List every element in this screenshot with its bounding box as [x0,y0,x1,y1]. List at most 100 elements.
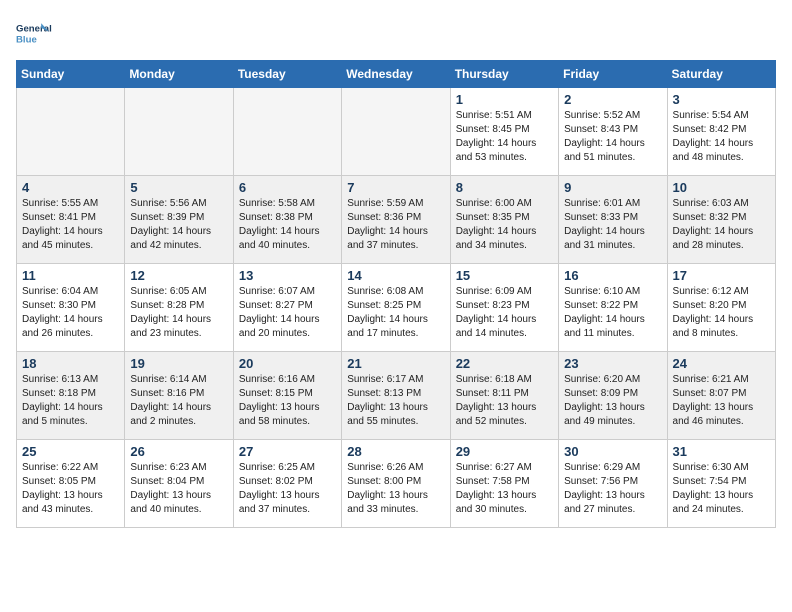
day-number: 18 [22,356,119,371]
calendar-cell: 26Sunrise: 6:23 AM Sunset: 8:04 PM Dayli… [125,440,233,528]
cell-sun-info: Sunrise: 6:25 AM Sunset: 8:02 PM Dayligh… [239,461,336,517]
svg-text:Blue: Blue [16,34,37,45]
calendar-cell: 10 Sunrise: 6:03 AM Sunset: 8:32 PM Dayli… [667,176,775,264]
calendar-cell: 21Sunrise: 6:17 AM Sunset: 8:13 PM Dayli… [342,352,450,440]
day-number: 19 [130,356,227,371]
cell-sun-info: Sunrise: 6:21 AM Sunset: 8:07 PM Dayligh… [673,373,770,429]
calendar-cell: 9 Sunrise: 6:01 AM Sunset: 8:33 PM Daylig… [559,176,667,264]
calendar-cell: 18 Sunrise: 6:13 AM Sunset: 8:18 PM Dayli… [17,352,125,440]
day-number: 29 [456,444,553,459]
calendar-week-row: 11 Sunrise: 6:04 AM Sunset: 8:30 PM Dayli… [17,264,776,352]
calendar-cell: 29 Sunrise: 6:27 AM Sunset: 7:58 PM Dayli… [450,440,558,528]
day-number: 14 [347,268,444,283]
calendar-cell [125,88,233,176]
calendar-cell: 30 Sunrise: 6:29 AM Sunset: 7:56 PM Dayli… [559,440,667,528]
cell-sun-info: Sunrise: 6:29 AM Sunset: 7:56 PM Dayligh… [564,461,661,517]
calendar-cell: 8Sunrise: 6:00 AM Sunset: 8:35 PM Daylig… [450,176,558,264]
calendar-cell: 22 Sunrise: 6:18 AM Sunset: 8:11 PM Dayli… [450,352,558,440]
day-number: 20 [239,356,336,371]
cell-sun-info: Sunrise: 6:12 AM Sunset: 8:20 PM Dayligh… [673,285,770,341]
cell-sun-info: Sunrise: 6:03 AM Sunset: 8:32 PM Dayligh… [673,197,770,253]
calendar-cell: 3 Sunrise: 5:54 AM Sunset: 8:42 PM Daylig… [667,88,775,176]
calendar-cell: 12Sunrise: 6:05 AM Sunset: 8:28 PM Dayli… [125,264,233,352]
calendar-week-row: 4 Sunrise: 5:55 AM Sunset: 8:41 PM Daylig… [17,176,776,264]
calendar-cell: 25Sunrise: 6:22 AM Sunset: 8:05 PM Dayli… [17,440,125,528]
cell-sun-info: Sunrise: 5:55 AM Sunset: 8:41 PM Dayligh… [22,197,119,253]
cell-sun-info: Sunrise: 6:17 AM Sunset: 8:13 PM Dayligh… [347,373,444,429]
cell-sun-info: Sunrise: 6:01 AM Sunset: 8:33 PM Dayligh… [564,197,661,253]
cell-sun-info: Sunrise: 6:00 AM Sunset: 8:35 PM Dayligh… [456,197,553,253]
calendar-cell: 31 Sunrise: 6:30 AM Sunset: 7:54 PM Dayli… [667,440,775,528]
day-header-wednesday: Wednesday [342,61,450,88]
calendar-table: SundayMondayTuesdayWednesdayThursdayFrid… [16,60,776,528]
day-number: 15 [456,268,553,283]
day-header-monday: Monday [125,61,233,88]
page-header: GeneralBlue [16,16,776,52]
cell-sun-info: Sunrise: 6:13 AM Sunset: 8:18 PM Dayligh… [22,373,119,429]
calendar-cell: 24Sunrise: 6:21 AM Sunset: 8:07 PM Dayli… [667,352,775,440]
calendar-cell: 20 Sunrise: 6:16 AM Sunset: 8:15 PM Dayli… [233,352,341,440]
calendar-cell: 6 Sunrise: 5:58 AM Sunset: 8:38 PM Daylig… [233,176,341,264]
day-number: 16 [564,268,661,283]
day-header-sunday: Sunday [17,61,125,88]
calendar-cell: 23 Sunrise: 6:20 AM Sunset: 8:09 PM Dayli… [559,352,667,440]
day-number: 3 [673,92,770,107]
day-number: 22 [456,356,553,371]
calendar-cell: 19 Sunrise: 6:14 AM Sunset: 8:16 PM Dayli… [125,352,233,440]
day-header-saturday: Saturday [667,61,775,88]
cell-sun-info: Sunrise: 6:20 AM Sunset: 8:09 PM Dayligh… [564,373,661,429]
day-number: 13 [239,268,336,283]
calendar-cell: 28 Sunrise: 6:26 AM Sunset: 8:00 PM Dayli… [342,440,450,528]
day-number: 9 [564,180,661,195]
cell-sun-info: Sunrise: 6:27 AM Sunset: 7:58 PM Dayligh… [456,461,553,517]
cell-sun-info: Sunrise: 6:08 AM Sunset: 8:25 PM Dayligh… [347,285,444,341]
calendar-cell [17,88,125,176]
calendar-cell: 27 Sunrise: 6:25 AM Sunset: 8:02 PM Dayli… [233,440,341,528]
day-number: 6 [239,180,336,195]
calendar-week-row: 1Sunrise: 5:51 AM Sunset: 8:45 PM Daylig… [17,88,776,176]
calendar-cell [233,88,341,176]
day-number: 7 [347,180,444,195]
day-number: 30 [564,444,661,459]
day-number: 10 [673,180,770,195]
calendar-cell: 11 Sunrise: 6:04 AM Sunset: 8:30 PM Dayli… [17,264,125,352]
cell-sun-info: Sunrise: 5:54 AM Sunset: 8:42 PM Dayligh… [673,109,770,165]
cell-sun-info: Sunrise: 6:04 AM Sunset: 8:30 PM Dayligh… [22,285,119,341]
day-number: 17 [673,268,770,283]
cell-sun-info: Sunrise: 6:23 AM Sunset: 8:04 PM Dayligh… [130,461,227,517]
day-header-friday: Friday [559,61,667,88]
calendar-cell: 15 Sunrise: 6:09 AM Sunset: 8:23 PM Dayli… [450,264,558,352]
day-number: 23 [564,356,661,371]
cell-sun-info: Sunrise: 6:26 AM Sunset: 8:00 PM Dayligh… [347,461,444,517]
cell-sun-info: Sunrise: 6:07 AM Sunset: 8:27 PM Dayligh… [239,285,336,341]
day-header-thursday: Thursday [450,61,558,88]
calendar-header-row: SundayMondayTuesdayWednesdayThursdayFrid… [17,61,776,88]
cell-sun-info: Sunrise: 6:09 AM Sunset: 8:23 PM Dayligh… [456,285,553,341]
cell-sun-info: Sunrise: 6:14 AM Sunset: 8:16 PM Dayligh… [130,373,227,429]
calendar-cell: 7Sunrise: 5:59 AM Sunset: 8:36 PM Daylig… [342,176,450,264]
calendar-cell [342,88,450,176]
day-number: 31 [673,444,770,459]
calendar-cell: 4 Sunrise: 5:55 AM Sunset: 8:41 PM Daylig… [17,176,125,264]
day-number: 11 [22,268,119,283]
day-number: 12 [130,268,227,283]
calendar-week-row: 18 Sunrise: 6:13 AM Sunset: 8:18 PM Dayli… [17,352,776,440]
cell-sun-info: Sunrise: 6:10 AM Sunset: 8:22 PM Dayligh… [564,285,661,341]
day-number: 4 [22,180,119,195]
cell-sun-info: Sunrise: 6:16 AM Sunset: 8:15 PM Dayligh… [239,373,336,429]
cell-sun-info: Sunrise: 5:58 AM Sunset: 8:38 PM Dayligh… [239,197,336,253]
day-number: 25 [22,444,119,459]
calendar-cell: 16 Sunrise: 6:10 AM Sunset: 8:22 PM Dayli… [559,264,667,352]
calendar-cell: 1Sunrise: 5:51 AM Sunset: 8:45 PM Daylig… [450,88,558,176]
calendar-cell: 2Sunrise: 5:52 AM Sunset: 8:43 PM Daylig… [559,88,667,176]
calendar-cell: 5Sunrise: 5:56 AM Sunset: 8:39 PM Daylig… [125,176,233,264]
cell-sun-info: Sunrise: 6:18 AM Sunset: 8:11 PM Dayligh… [456,373,553,429]
day-number: 27 [239,444,336,459]
calendar-cell: 13 Sunrise: 6:07 AM Sunset: 8:27 PM Dayli… [233,264,341,352]
calendar-week-row: 25Sunrise: 6:22 AM Sunset: 8:05 PM Dayli… [17,440,776,528]
day-number: 1 [456,92,553,107]
day-number: 28 [347,444,444,459]
logo: GeneralBlue [16,16,52,52]
cell-sun-info: Sunrise: 6:30 AM Sunset: 7:54 PM Dayligh… [673,461,770,517]
cell-sun-info: Sunrise: 5:56 AM Sunset: 8:39 PM Dayligh… [130,197,227,253]
